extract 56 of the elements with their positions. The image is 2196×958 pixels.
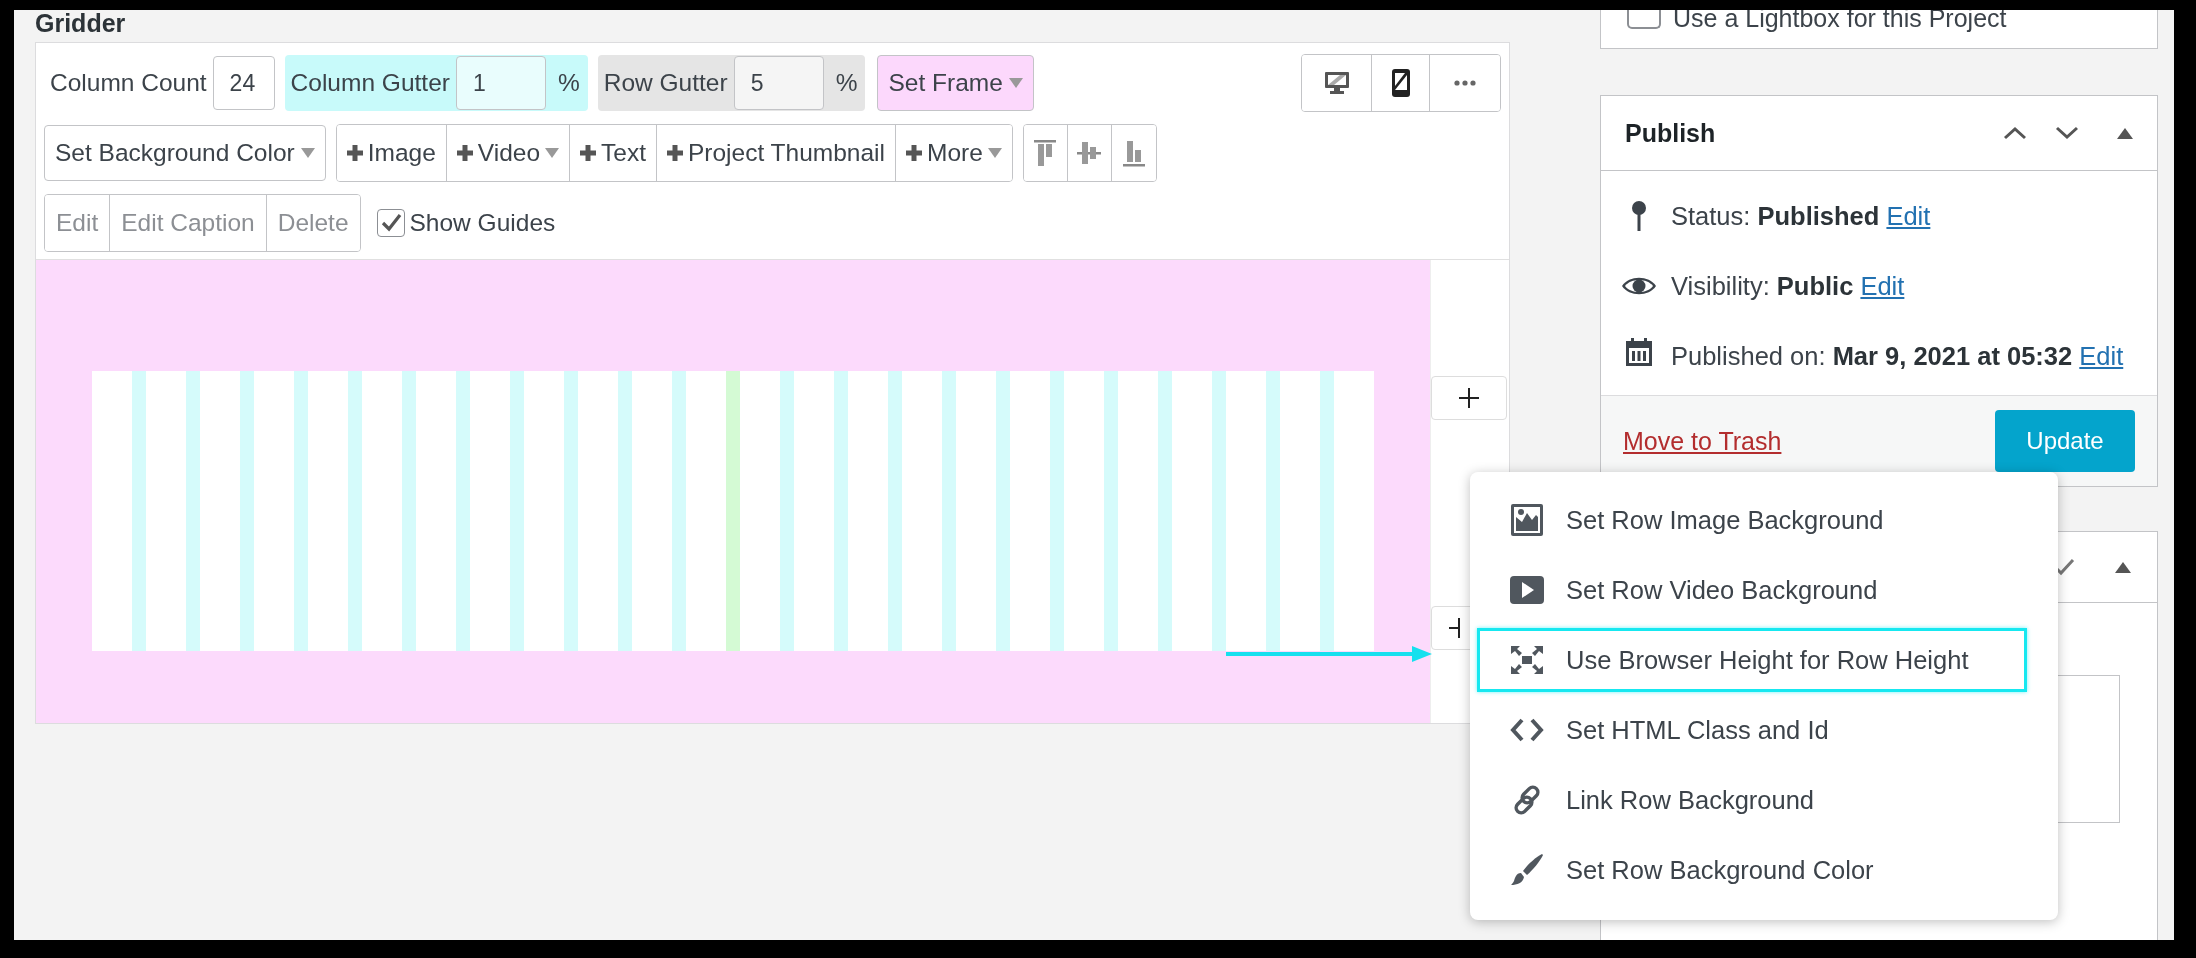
setting-label: Row Gutter [603, 69, 728, 97]
plus-icon [580, 145, 597, 161]
caret-icon [987, 148, 1002, 158]
expand-icon [1510, 646, 1544, 674]
edit-link[interactable]: Edit [1886, 202, 1931, 230]
menu-item[interactable]: Link Row Background [1477, 768, 2027, 832]
panel-title: Publish [1625, 118, 1717, 148]
checkbox-label: Show Guides [409, 209, 556, 237]
lightbox-checkbox[interactable] [1627, 10, 1661, 29]
collapse-icon[interactable] [2117, 127, 2133, 139]
code-icon [1510, 718, 1544, 742]
edit-link[interactable]: Edit [2079, 342, 2124, 370]
play-icon [1510, 576, 1544, 604]
plus-icon [456, 145, 473, 161]
menu-item[interactable]: Use Browser Height for Row Height [1477, 628, 2027, 692]
number-input[interactable]: 5 [733, 56, 824, 110]
brush-icon [1510, 853, 1544, 887]
number-input[interactable]: 24 [212, 56, 275, 110]
more-icon [1454, 80, 1476, 86]
publish-info-text: Published on: Mar 9, 2021 at 05:32 Edit [1671, 341, 2124, 372]
background-color-dropdown[interactable]: Set Background Color [44, 125, 326, 181]
caret-icon [1008, 78, 1023, 88]
caret-icon [300, 148, 315, 158]
setting-label: Column Count [50, 69, 207, 97]
menu-item[interactable]: Set Row Video Background [1477, 558, 2027, 622]
section-title: Gridder [35, 10, 127, 39]
publish-info-text: Status: Published Edit [1671, 201, 1931, 232]
edit-link[interactable]: Edit [1860, 272, 1905, 300]
menu-item[interactable]: Set Row Image Background [1477, 488, 2027, 552]
guides-checkbox[interactable] [376, 209, 405, 237]
plus-icon [906, 145, 922, 161]
plus-icon [346, 145, 363, 161]
frame-dropdown[interactable]: Set Frame [877, 55, 1034, 111]
add-row-button[interactable] [1431, 376, 1507, 420]
plus-icon [1458, 387, 1480, 409]
align-button[interactable] [1023, 125, 1068, 181]
add-button[interactable]: Image [336, 125, 447, 181]
eye-icon [1621, 275, 1657, 297]
image-icon [1510, 503, 1544, 537]
setting-label: Column Gutter [290, 69, 450, 97]
chevron-down-icon[interactable] [2055, 126, 2079, 140]
monitor-icon [1323, 70, 1350, 96]
chevron-up-icon[interactable] [2003, 126, 2027, 140]
menu-item[interactable]: Set HTML Class and Id [1477, 698, 2027, 762]
trash-link[interactable]: Move to Trash [1623, 426, 1782, 456]
plus-icon [666, 145, 683, 161]
view-button[interactable] [1302, 55, 1372, 111]
collapse-icon[interactable] [2115, 561, 2131, 573]
unit-label: % [835, 69, 858, 97]
menu-item[interactable]: Set Row Background Color [1477, 838, 2027, 902]
publish-info-text: Visibility: Public Edit [1671, 271, 1905, 302]
unit-label: % [557, 69, 580, 97]
caret-icon [545, 148, 560, 158]
number-input[interactable]: 1 [455, 56, 546, 110]
phone-icon [1391, 69, 1410, 97]
plus-icon [1448, 617, 1460, 639]
